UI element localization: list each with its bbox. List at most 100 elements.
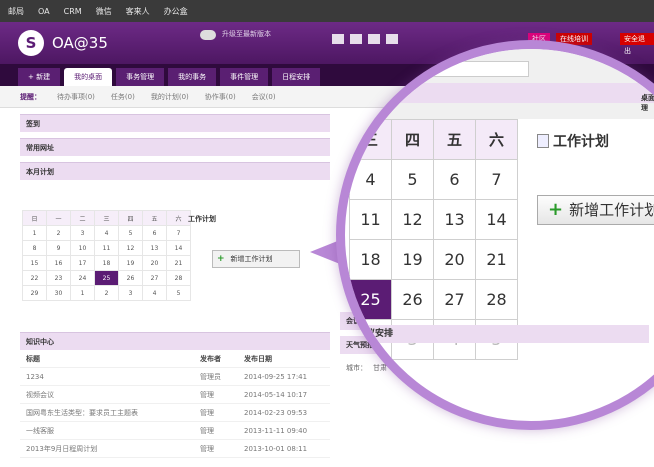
left-panel-2: 本月计划: [20, 162, 330, 180]
cloud-text[interactable]: 升级至最新版本: [222, 29, 271, 39]
small-cal-day[interactable]: 9: [46, 240, 71, 256]
small-cal-day[interactable]: 21: [166, 255, 191, 271]
mag-cal-day[interactable]: 7: [475, 159, 518, 200]
sys-link-0[interactable]: 邮局: [8, 6, 24, 17]
small-cal-day[interactable]: 26: [118, 270, 143, 286]
small-cal-day[interactable]: 6: [142, 225, 167, 241]
knowledge-row[interactable]: 国网粤东生活类型：要求员工主题表 管理 2014-02-23 09:53: [20, 404, 330, 422]
small-cal-day[interactable]: 17: [70, 255, 95, 271]
small-cal-day[interactable]: 18: [94, 255, 119, 271]
small-cal-day[interactable]: 23: [46, 270, 71, 286]
nav-tab-0[interactable]: + 新建: [18, 68, 61, 86]
cloud-icon[interactable]: [200, 30, 216, 40]
small-cal-day[interactable]: 29: [22, 285, 47, 301]
mag-cal-day[interactable]: 14: [475, 199, 518, 240]
toolbar-icons: [332, 34, 398, 44]
mag-cal-day[interactable]: 6: [433, 159, 476, 200]
mag-cal-day[interactable]: 11: [349, 199, 392, 240]
small-cal-day[interactable]: 14: [166, 240, 191, 256]
mag-band: [349, 83, 654, 103]
sys-link-5[interactable]: 办公盒: [164, 6, 188, 17]
knowledge-header: 标题 发布者 发布日期: [20, 350, 330, 368]
mail-icon[interactable]: [332, 34, 344, 44]
logo[interactable]: S OA@35: [18, 30, 108, 56]
mag-search-input[interactable]: 搜索联系人信息: [379, 61, 529, 77]
small-cal-day[interactable]: 11: [94, 240, 119, 256]
small-cal-day[interactable]: 20: [142, 255, 167, 271]
mag-cal-weekday: 六: [475, 119, 518, 160]
subbar-item-3[interactable]: 我的计划(0): [151, 92, 189, 102]
user-icon[interactable]: [368, 34, 380, 44]
small-cal-day[interactable]: 27: [142, 270, 167, 286]
subbar-item-1[interactable]: 待办事项(0): [57, 92, 95, 102]
knowledge-row[interactable]: 1234 管理员 2014-09-25 17:41: [20, 368, 330, 386]
msg-icon[interactable]: [350, 34, 362, 44]
small-cal-day[interactable]: 4: [94, 225, 119, 241]
knowledge-row[interactable]: 一线客服 管理 2013-11-11 09:40: [20, 422, 330, 440]
app-title: OA@35: [52, 34, 108, 52]
mag-cal-day[interactable]: 27: [433, 279, 476, 320]
subbar-item-4[interactable]: 协作事(0): [205, 92, 236, 102]
knowledge-row[interactable]: 2013年9月日程周计划 管理 2013-10-01 08:11: [20, 440, 330, 458]
mag-cal-day[interactable]: 28: [475, 279, 518, 320]
small-cal-day[interactable]: 16: [46, 255, 71, 271]
mag-cal-day[interactable]: 5: [391, 159, 434, 200]
small-cal-day[interactable]: 19: [118, 255, 143, 271]
nav-tab-1[interactable]: 我的桌面: [64, 68, 113, 86]
nav-tab-3[interactable]: 我的事务: [168, 68, 217, 86]
small-cal-day[interactable]: 3: [118, 285, 143, 301]
small-cal-day[interactable]: 2: [94, 285, 119, 301]
header-button-2[interactable]: 安全退出: [620, 33, 654, 55]
small-cal-day[interactable]: 15: [22, 255, 47, 271]
small-cal-day[interactable]: 1: [22, 225, 47, 241]
small-cal-day[interactable]: 25: [94, 270, 119, 286]
stage: 邮局 OA CRM 微信 客来人 办公盒 S OA@35 升级至最新版本 社区 在线培训 安全…: [0, 0, 654, 467]
small-cal-day[interactable]: 28: [166, 270, 191, 286]
mag-cal-weekday: 五: [433, 119, 476, 160]
mag-cal-day[interactable]: 13: [433, 199, 476, 240]
small-cal-day[interactable]: 22: [22, 270, 47, 286]
sys-link-1[interactable]: OA: [38, 7, 50, 16]
mag-cal-day[interactable]: 4: [349, 159, 392, 200]
settings-icon[interactable]: [386, 34, 398, 44]
small-cal-weekdays: 日一二三四五六: [22, 210, 191, 226]
nav-tab-4[interactable]: 事件管理: [220, 68, 269, 86]
small-cal-day[interactable]: 4: [142, 285, 167, 301]
small-cal-day[interactable]: 5: [118, 225, 143, 241]
sys-link-3[interactable]: 微信: [96, 6, 112, 17]
mag-cal-day[interactable]: 12: [391, 199, 434, 240]
small-cal-day[interactable]: 8: [22, 240, 47, 256]
mag-cal-day[interactable]: 18: [349, 239, 392, 280]
subbar-item-2[interactable]: 任务(0): [111, 92, 135, 102]
mag-add-plan-button[interactable]: + 新增工作计划: [537, 195, 654, 225]
subbar-item-5[interactable]: 会议(0): [252, 92, 276, 102]
nav-tab-2[interactable]: 事务管理: [116, 68, 165, 86]
knowledge-row[interactable]: 视频会议 管理 2014-05-14 10:17: [20, 386, 330, 404]
small-cal-day[interactable]: 1: [70, 285, 95, 301]
mag-desk-manage[interactable]: 桌面管理: [641, 93, 654, 113]
small-cal-day[interactable]: 7: [166, 225, 191, 241]
small-calendar: 日一二三四五六 1 2 3 4 5 6 7 8 9 10 11 12 13 14 15 16 17 18 19 20 21…: [22, 210, 191, 301]
nav-tab-5[interactable]: 日程安排: [272, 68, 321, 86]
small-cal-day[interactable]: 5: [166, 285, 191, 301]
mag-cal-day[interactable]: 25: [349, 279, 392, 320]
knowledge-cell: 国网粤东生活类型：要求员工主题表: [26, 408, 138, 417]
mag-plan-title: 工作计划: [537, 131, 609, 151]
mag-cal-day[interactable]: 20: [433, 239, 476, 280]
small-cal-day[interactable]: 13: [142, 240, 167, 256]
mag-cal-day[interactable]: 21: [475, 239, 518, 280]
sys-link-4[interactable]: 客来人: [126, 6, 150, 17]
small-cal-day[interactable]: 3: [70, 225, 95, 241]
small-cal-day[interactable]: 12: [118, 240, 143, 256]
small-cal-day[interactable]: 24: [70, 270, 95, 286]
mag-cal-day[interactable]: 19: [391, 239, 434, 280]
small-add-plan-button[interactable]: + 新增工作计划: [212, 250, 300, 268]
magnifier-lens: 搜索联系人信息 桌面管理 三四五六45671112131418192021252…: [336, 40, 654, 430]
small-cal-day[interactable]: 30: [46, 285, 71, 301]
small-cal-day[interactable]: 10: [70, 240, 95, 256]
knowledge-cell: 1234: [26, 372, 44, 381]
left-panel-0: 签到: [20, 114, 330, 132]
sys-link-2[interactable]: CRM: [64, 7, 82, 16]
mag-cal-day[interactable]: 26: [391, 279, 434, 320]
small-cal-day[interactable]: 2: [46, 225, 71, 241]
